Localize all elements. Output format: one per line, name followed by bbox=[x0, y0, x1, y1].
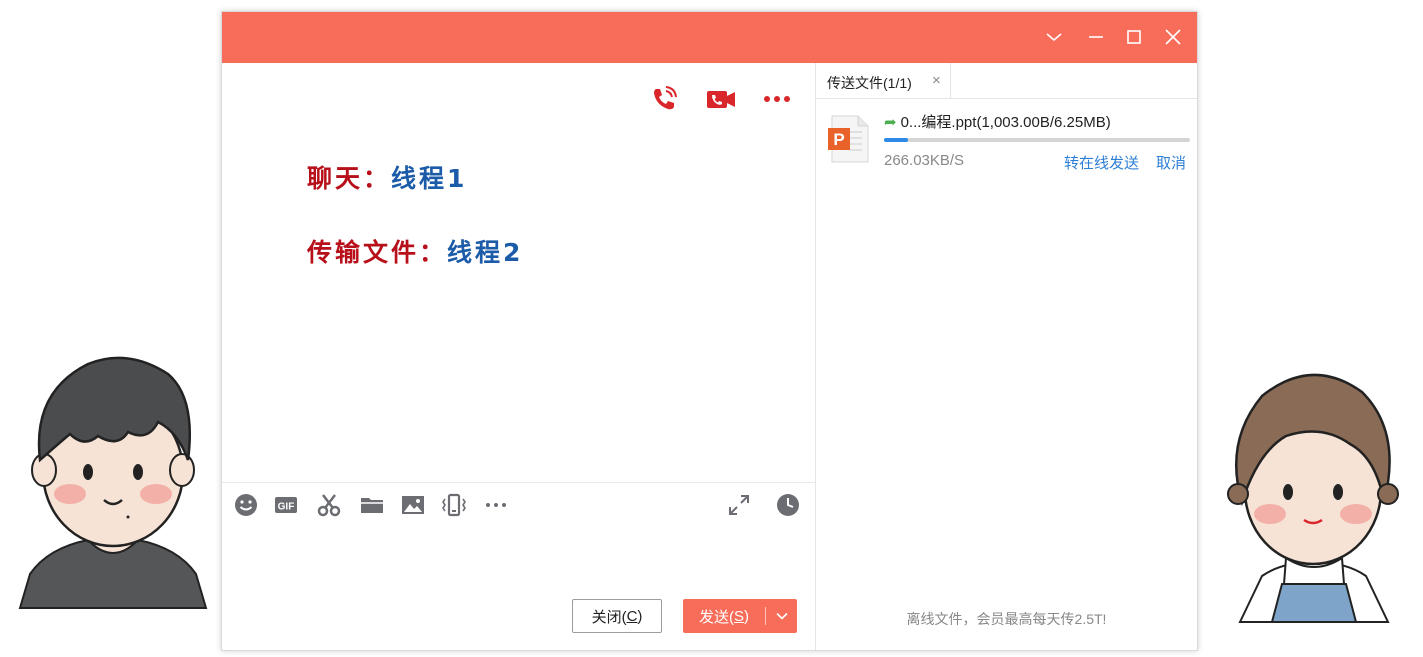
chat-pane: 聊天：线程1 传输文件：线程2 GIF 关闭(C) 发送(S) bbox=[222, 63, 816, 650]
send-button-separator bbox=[765, 607, 766, 625]
toolbar-divider bbox=[222, 482, 815, 483]
emoji-icon[interactable] bbox=[232, 491, 260, 519]
more-icon[interactable] bbox=[761, 83, 793, 115]
send-options-dropdown[interactable] bbox=[767, 599, 797, 633]
file-transfer-panel: 传送文件(1/1) × P ➦ 0...编程.ppt(1,003.00B/6.25… bbox=[816, 63, 1197, 650]
ppt-letter: P bbox=[833, 130, 844, 149]
send-button-suffix: ) bbox=[744, 607, 749, 625]
expand-icon[interactable] bbox=[725, 491, 753, 519]
maximize-icon[interactable] bbox=[1122, 25, 1146, 49]
gif-icon[interactable]: GIF bbox=[272, 491, 300, 519]
more-dots-icon[interactable] bbox=[482, 491, 510, 519]
switch-online-send-link[interactable]: 转在线发送 bbox=[1064, 152, 1139, 173]
close-button-suffix: ) bbox=[637, 607, 643, 625]
shake-icon[interactable] bbox=[440, 491, 468, 519]
history-clock-icon[interactable] bbox=[774, 491, 802, 519]
transfer-progress-fill bbox=[884, 138, 909, 142]
boy-avatar-illustration bbox=[18, 352, 208, 610]
powerpoint-file-icon: P bbox=[828, 114, 870, 164]
chat-line-2-value: 线程2 bbox=[447, 238, 524, 267]
tab-file-transfer-label: 传送文件(1/1) bbox=[827, 75, 912, 91]
chat-window: 聊天：线程1 传输文件：线程2 GIF 关闭(C) 发送(S) 传送文件… bbox=[221, 11, 1198, 651]
offline-file-note: 离线文件，会员最高每天传2.5T! bbox=[906, 611, 1107, 627]
send-button-hotkey: S bbox=[733, 607, 744, 625]
scissors-icon[interactable] bbox=[315, 491, 343, 519]
transfer-progress-track bbox=[884, 138, 1190, 142]
chat-line-1-label: 聊天： bbox=[307, 164, 392, 193]
send-button-label: 发送( bbox=[698, 608, 734, 626]
close-button-label: 关闭( bbox=[591, 608, 627, 626]
minimize-icon[interactable] bbox=[1084, 25, 1108, 49]
file-name-row: ➦ 0...编程.ppt(1,003.00B/6.25MB) bbox=[884, 111, 1111, 132]
chat-line-1: 聊天：线程1 bbox=[307, 159, 467, 195]
chat-line-1-value: 线程1 bbox=[391, 164, 468, 193]
close-button-hotkey: C bbox=[626, 607, 638, 625]
chat-line-2: 传输文件：线程2 bbox=[307, 233, 523, 269]
file-name: 0...编程.ppt(1,003.00B/6.25MB) bbox=[900, 114, 1111, 131]
transfer-speed: 266.03KB/S bbox=[884, 152, 965, 169]
cancel-transfer-link[interactable]: 取消 bbox=[1156, 152, 1186, 173]
title-bar bbox=[222, 12, 1197, 63]
svg-text:GIF: GIF bbox=[278, 502, 295, 513]
send-button[interactable]: 发送(S) bbox=[683, 599, 797, 633]
close-button[interactable]: 关闭(C) bbox=[572, 599, 662, 633]
chevron-down-icon[interactable] bbox=[1042, 25, 1066, 49]
chevron-down-icon bbox=[776, 612, 788, 620]
tab-underline bbox=[816, 98, 1197, 99]
girl-avatar-illustration bbox=[1222, 362, 1404, 624]
folder-icon[interactable] bbox=[358, 491, 386, 519]
send-button-text[interactable]: 发送(S) bbox=[683, 599, 765, 633]
tab-file-transfer[interactable]: 传送文件(1/1) × bbox=[816, 63, 951, 98]
video-call-icon[interactable] bbox=[705, 83, 737, 115]
phone-call-icon[interactable] bbox=[648, 83, 680, 115]
upload-arrow-icon: ➦ bbox=[884, 114, 897, 131]
image-icon[interactable] bbox=[399, 491, 427, 519]
close-icon[interactable] bbox=[1161, 25, 1185, 49]
tab-close-icon[interactable]: × bbox=[932, 72, 941, 89]
chat-line-2-label: 传输文件： bbox=[307, 238, 448, 267]
